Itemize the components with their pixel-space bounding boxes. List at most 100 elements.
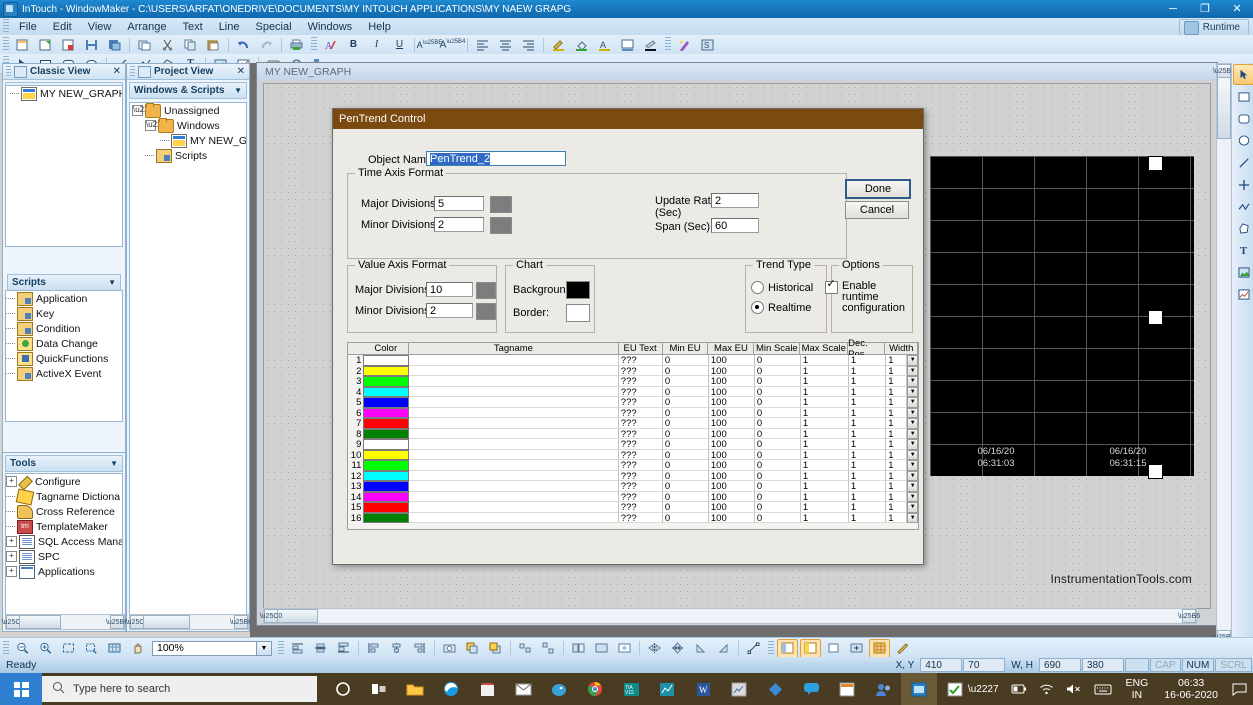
line-color-button[interactable] — [548, 35, 569, 54]
open-window-button[interactable] — [35, 35, 56, 54]
pen-color-swatch[interactable] — [363, 460, 410, 471]
font-button[interactable]: A — [320, 35, 341, 54]
rotate-left-button[interactable] — [690, 639, 711, 658]
pen-cell-width[interactable]: 1 — [886, 502, 908, 513]
tools-tree[interactable]: + Configure Tagname Dictiona Cross Refere… — [5, 473, 123, 615]
pen-color-swatch[interactable] — [363, 355, 410, 366]
pen-cell-min-scale[interactable]: 0 — [754, 502, 801, 513]
flip-horizontal-button[interactable] — [644, 639, 665, 658]
project-view-toggle-button[interactable] — [800, 638, 821, 658]
selection-handle[interactable] — [1148, 310, 1163, 325]
pen-cell-min-eu[interactable]: 0 — [662, 502, 709, 513]
grid-toggle-button[interactable] — [104, 639, 125, 658]
project-tree-item-scripts[interactable]: Scripts — [130, 148, 246, 163]
pen-width-spinner[interactable]: ▼ — [907, 491, 919, 502]
mail-icon[interactable] — [505, 673, 541, 705]
zoom-selection-button[interactable] — [81, 639, 102, 658]
scroll-up-arrow[interactable]: \u25B2 — [1213, 64, 1235, 78]
pen-cell-min-scale[interactable]: 0 — [754, 407, 801, 418]
value-minor-divisions-input[interactable]: 2 — [426, 303, 473, 318]
taskbar-language[interactable]: ENG IN — [1118, 677, 1157, 701]
pen-cell-width[interactable]: 1 — [886, 449, 908, 460]
pen-width-spinner[interactable]: ▼ — [907, 470, 919, 481]
tools-item-cross-reference[interactable]: Cross Reference — [6, 504, 122, 519]
wifi-icon[interactable] — [1033, 683, 1060, 695]
chevron-down-icon[interactable]: ▼ — [108, 278, 116, 287]
done-button[interactable]: Done — [845, 179, 911, 199]
volume-muted-icon[interactable] — [1060, 683, 1088, 695]
menu-grip[interactable] — [3, 19, 9, 34]
line-width-button[interactable] — [640, 35, 661, 54]
menu-arrange[interactable]: Arrange — [119, 19, 174, 35]
menu-special[interactable]: Special — [247, 19, 299, 35]
menu-edit[interactable]: Edit — [45, 19, 80, 35]
break-cell-button[interactable] — [568, 639, 589, 658]
pen-cell-eu-text[interactable]: ??? — [618, 502, 663, 513]
pen-width-spinner[interactable]: ▼ — [907, 439, 919, 450]
new-window-button[interactable] — [12, 35, 33, 54]
pen-cell-min-scale[interactable]: 0 — [754, 491, 801, 502]
project-tree-item-my-new-graph[interactable]: MY NEW_G — [130, 133, 246, 148]
flip-vertical-button[interactable] — [667, 639, 688, 658]
zoom-fit-button[interactable] — [58, 639, 79, 658]
pen-cell-min-eu[interactable]: 0 — [662, 407, 709, 418]
pen-cell-min-eu[interactable]: 0 — [662, 460, 709, 471]
pen-table-row[interactable]: 1??? 0 100 0 1 1 1 ▼ — [348, 355, 919, 366]
pen-width-spinner[interactable]: ▼ — [907, 386, 919, 397]
align-right-button[interactable] — [518, 35, 539, 54]
pen-cell-max-eu[interactable]: 100 — [708, 512, 755, 523]
pen-cell-dec-pos[interactable]: 1 — [848, 386, 887, 397]
bring-to-front-button[interactable] — [485, 639, 506, 658]
align-centers-button[interactable] — [386, 639, 407, 658]
scripts-group-header[interactable]: Scripts ▼ — [7, 274, 121, 291]
pen-table-row[interactable]: 9??? 0 100 0 1 1 1 ▼ — [348, 439, 919, 450]
pen-cell-max-scale[interactable]: 1 — [800, 428, 849, 439]
increase-font-button[interactable]: A\u25B4 — [440, 35, 466, 54]
pen-cell-eu-text[interactable]: ??? — [618, 512, 663, 523]
app-icon-people[interactable] — [865, 673, 901, 705]
pen-width-spinner[interactable]: ▼ — [907, 365, 919, 376]
trend-tool-icon[interactable] — [1233, 284, 1253, 305]
pen-cell-dec-pos[interactable]: 1 — [848, 481, 887, 492]
pen-color-swatch[interactable] — [363, 502, 410, 513]
pen-cell-max-eu[interactable]: 100 — [708, 470, 755, 481]
column-header-min-scale[interactable]: Min Scale — [754, 343, 801, 355]
pen-cell-max-eu[interactable]: 100 — [708, 386, 755, 397]
pen-cell-max-scale[interactable]: 1 — [800, 502, 849, 513]
tools-item-spc[interactable]: + SPC — [6, 549, 122, 564]
pen-width-spinner[interactable]: ▼ — [907, 397, 919, 408]
pen-cell-min-scale[interactable]: 0 — [754, 376, 801, 387]
pen-cell-eu-text[interactable]: ??? — [618, 376, 663, 387]
scripts-item-key[interactable]: Key — [6, 306, 122, 321]
classic-view-close-icon[interactable]: ✕ — [113, 66, 121, 77]
ruler-button[interactable] — [892, 639, 913, 658]
selection-handle[interactable] — [1148, 156, 1163, 171]
pen-cell-eu-text[interactable]: ??? — [618, 449, 663, 460]
scroll-right-arrow[interactable]: \u25B6 — [230, 615, 252, 629]
show-hidden-icons-chevron[interactable]: \u2227 — [962, 684, 1005, 695]
pen-cell-max-eu[interactable]: 100 — [708, 491, 755, 502]
pen-cell-min-eu[interactable]: 0 — [662, 481, 709, 492]
collapse-icon[interactable]: \u2212 — [145, 120, 170, 131]
pen-table-row[interactable]: 11??? 0 100 0 1 1 1 ▼ — [348, 460, 919, 471]
project-tree-item-windows[interactable]: \u2212 Windows — [130, 117, 246, 133]
redo-button[interactable] — [256, 35, 277, 54]
pane-grip[interactable] — [130, 66, 135, 77]
pen-cell-min-eu[interactable]: 0 — [662, 397, 709, 408]
pen-width-spinner[interactable]: ▼ — [907, 449, 919, 460]
canvas-horizontal-scrollbar[interactable]: \u25C0 \u25B6 — [260, 608, 1200, 624]
pen-color-swatch[interactable] — [363, 449, 410, 460]
pen-color-swatch[interactable] — [363, 376, 410, 387]
pen-cell-width[interactable]: 1 — [886, 376, 908, 387]
pen-cell-max-eu[interactable]: 100 — [708, 460, 755, 471]
pen-width-spinner[interactable]: ▼ — [907, 460, 919, 471]
expander-icon[interactable]: + — [6, 476, 17, 487]
pen-cell-width[interactable]: 1 — [886, 470, 908, 481]
chevron-down-icon[interactable]: ▼ — [256, 641, 271, 655]
pen-cell-tagname[interactable] — [409, 512, 619, 523]
align-left-edges-button[interactable] — [363, 639, 384, 658]
ungroup-button[interactable] — [538, 639, 559, 658]
app-icon-blue-diamond[interactable] — [757, 673, 793, 705]
pen-cell-dec-pos[interactable]: 1 — [848, 470, 887, 481]
copy-button[interactable] — [180, 35, 201, 54]
